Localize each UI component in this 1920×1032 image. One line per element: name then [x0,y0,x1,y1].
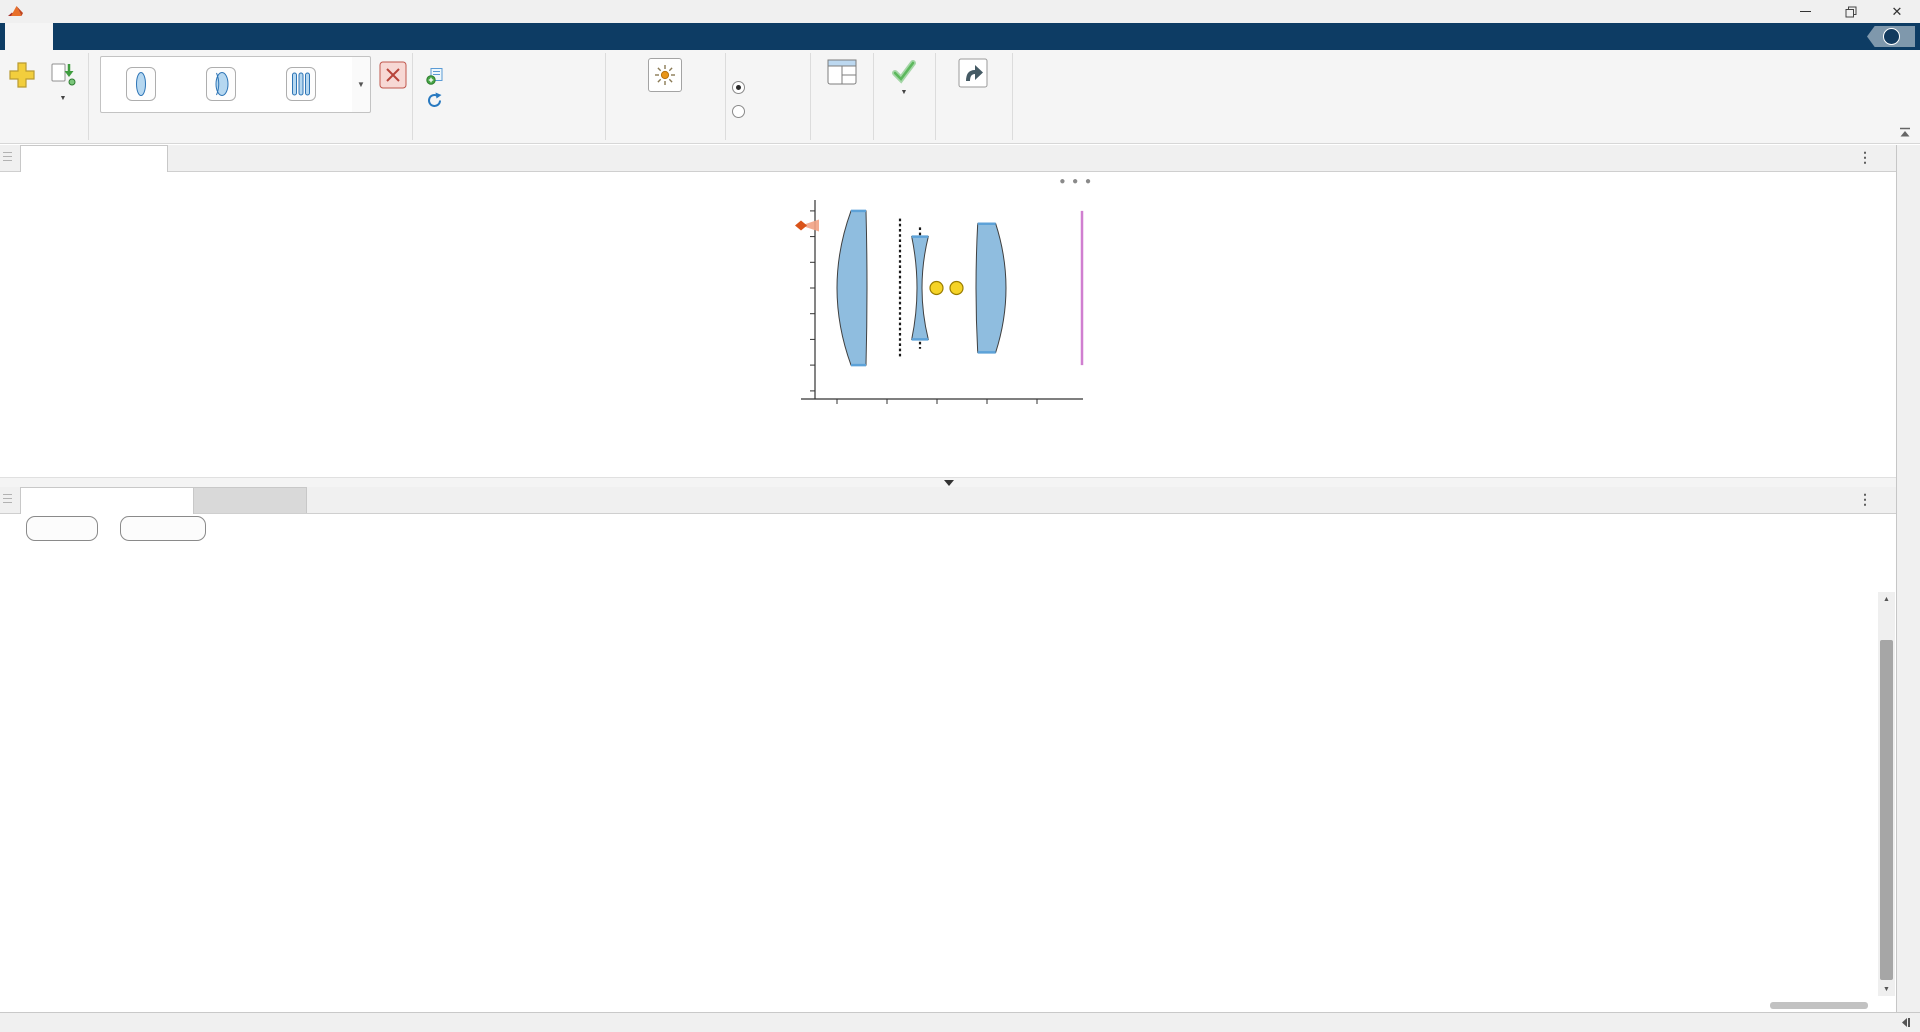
tab-analysis[interactable] [101,23,149,50]
optical-system-plot[interactable]: ● ● ● [775,176,1115,476]
add-catalog-icon [426,67,444,85]
help-button[interactable] [1867,26,1915,47]
singlet-button[interactable] [101,57,181,112]
tab-diagnostic-viewer[interactable] [193,487,307,513]
singlet-lens-icon [126,67,156,101]
field-angle-marker [795,221,807,231]
section-resources [935,50,1012,143]
radio-2d-icon [732,81,745,94]
doublet-lens-icon [206,67,236,101]
tab-optical-system-description[interactable] [20,487,194,514]
section-export: ▼ [873,50,935,143]
light-source-point [930,282,943,295]
triplet-button[interactable] [261,57,341,112]
keyboard-shortcuts-icon [958,58,988,88]
radio-3d[interactable] [732,105,751,118]
export-check-icon [890,58,918,86]
component-gallery [100,56,354,113]
scroll-up-icon[interactable]: ▲ [1878,592,1895,606]
light-source-icon [648,58,682,92]
radio-3d-icon [732,105,745,118]
collapse-ribbon-icon[interactable] [1898,126,1912,144]
refresh-icon [426,92,443,109]
doublet-button[interactable] [181,57,261,112]
close-button[interactable]: ✕ [1874,0,1920,23]
lens-2 [912,237,929,340]
optical-system-designer-window: ✕ ▼ [0,0,1920,1032]
scrollbar-thumb[interactable] [1880,640,1893,980]
light-source-button[interactable] [633,58,697,95]
add-catalog-button[interactable] [426,67,451,85]
table-vertical-scrollbar[interactable]: ▲ ▼ [1878,592,1895,996]
section-file: ▼ [0,50,88,143]
tab-optical-system-display[interactable] [20,145,168,172]
keyboard-shortcuts-button[interactable] [943,58,1003,102]
lens-diagram-svg [775,184,1105,469]
ribbon-toolbar: ▼ [0,50,1920,144]
lens-3 [976,224,1006,353]
refresh-glass-library-button[interactable] [426,92,450,109]
doc-bar-overflow-icon[interactable]: ⋮ [1858,491,1872,508]
grip-icon[interactable] [3,494,12,505]
import-button[interactable]: ▼ [44,60,82,102]
restore-button[interactable] [1828,0,1874,23]
dock-panel-icon[interactable] [1899,1016,1912,1032]
section-light-source [605,50,725,143]
axes-toolbar-icon[interactable]: ● ● ● [1059,176,1093,187]
import-dropdown-icon[interactable]: ▼ [60,95,67,102]
display-doc-bar: ⋮ [0,145,1896,172]
lens-1 [837,211,867,365]
ribbon-tab-bar [0,23,1920,50]
minimize-button[interactable] [1782,0,1828,23]
new-plus-icon [7,60,37,92]
new-button[interactable] [4,60,40,95]
title-bar: ✕ [0,0,1920,23]
section-components: ▼ [88,50,412,143]
splitter-arrow-icon[interactable] [944,480,954,486]
status-bar [0,1012,1920,1032]
scroll-down-icon[interactable]: ▼ [1878,982,1895,996]
tab-design[interactable] [53,23,101,50]
table-horizontal-scrollbar-thumb[interactable] [1770,1002,1868,1009]
export-button[interactable]: ▼ [884,58,924,96]
triplet-lens-icon [286,67,316,101]
light-source-point [950,282,963,295]
delete-button[interactable] [374,60,412,93]
question-icon [1883,28,1900,45]
component-parameters-strip[interactable] [1896,145,1920,1012]
export-dropdown-icon[interactable]: ▼ [901,89,908,96]
radio-2d[interactable] [732,81,751,94]
matlab-logo-icon [8,4,23,19]
section-materials [412,50,605,143]
tab-optical-system[interactable] [5,23,53,50]
section-layout [810,50,873,143]
gallery-dropdown-button[interactable]: ▼ [352,56,371,113]
collapse-all-button[interactable] [120,516,206,541]
section-view [725,50,810,143]
delete-icon [379,60,407,90]
grip-icon[interactable] [3,152,12,163]
minimize-icon [1800,11,1811,13]
import-icon [48,60,78,92]
expand-all-button[interactable] [26,516,98,541]
doc-bar-overflow-icon[interactable]: ⋮ [1858,149,1872,166]
restore-icon [1845,6,1857,18]
layout-grid-icon [827,58,857,86]
default-layout-button[interactable] [820,58,864,100]
description-doc-bar: ⋮ [0,487,1896,514]
